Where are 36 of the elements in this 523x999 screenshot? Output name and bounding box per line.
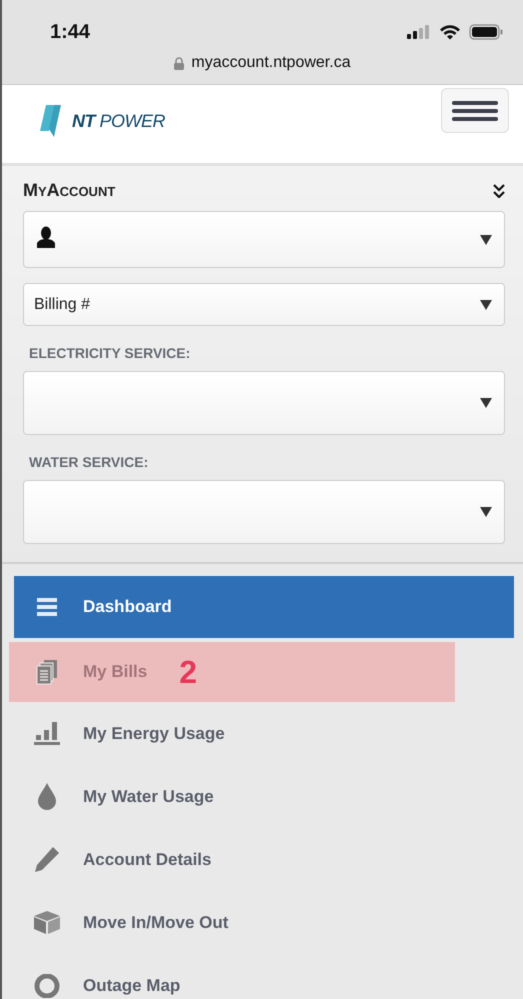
documents-icon [34,660,60,684]
bar-chart-icon [34,722,60,745]
list-icon [34,598,60,616]
lock-icon [174,56,184,70]
clock-time: 1:44 [50,20,90,44]
caret-icon [480,234,492,244]
caret-icon [480,300,492,310]
menu-item[interactable]: Dashboard [14,576,514,638]
menu-item[interactable]: Account Details [14,828,523,891]
user-icon [34,226,58,248]
wifi-icon [439,24,461,40]
panel-title: MyAccount [23,180,116,201]
battery-icon [469,24,503,40]
account-select[interactable] [23,211,505,268]
menu-item[interactable]: Move In/Move Out [14,891,523,954]
logo-text: NT POWER [72,110,166,132]
menu-button[interactable] [441,88,509,133]
field-label: WATER SERVICE: [29,454,150,470]
caret-icon [480,398,492,408]
pencil-icon [34,847,60,872]
ring-icon [34,974,60,998]
signal-icon [407,25,431,39]
menu-icon [452,100,498,120]
service-select[interactable] [23,371,505,435]
caret-icon [480,507,492,517]
service-select[interactable] [23,480,505,544]
logo[interactable]: NT POWER [40,105,166,137]
address-text[interactable]: myaccount.ntpower.ca [191,54,351,72]
collapse-icon[interactable] [493,184,505,198]
billing-select[interactable]: Billing # [23,283,505,326]
menu-item[interactable]: My Energy Usage [14,702,523,765]
menu-item[interactable]: My Water Usage [14,765,523,828]
annotation-number: 2 [179,654,198,690]
menu-item[interactable]: Outage Map [14,954,523,999]
box-icon [34,911,60,934]
field-label: ELECTRICITY SERVICE: [29,345,192,361]
